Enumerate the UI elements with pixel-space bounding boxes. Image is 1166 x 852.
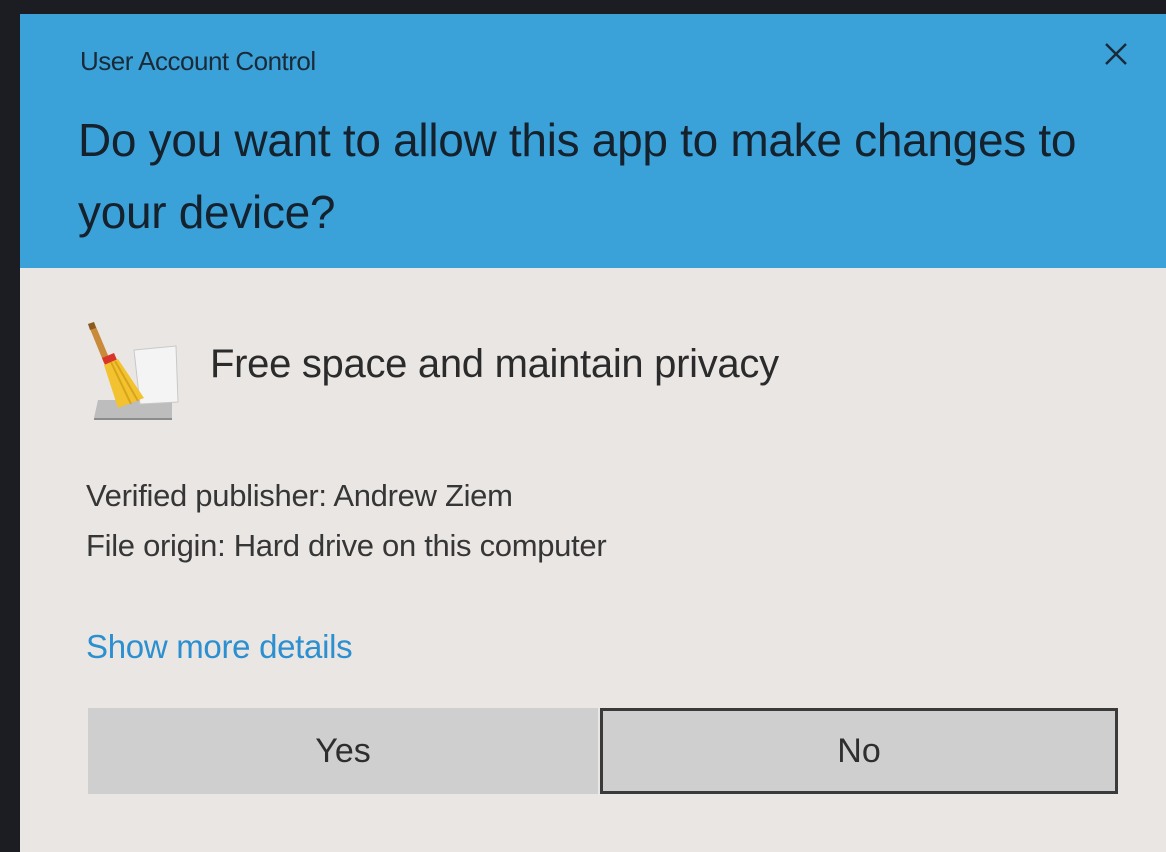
show-more-details-link[interactable]: Show more details <box>86 628 353 666</box>
window-title: User Account Control <box>80 46 316 76</box>
verified-publisher: Verified publisher: Andrew Ziem <box>86 478 513 513</box>
app-name: Free space and maintain privacy <box>210 342 779 386</box>
file-origin: File origin: Hard drive on this computer <box>86 528 607 563</box>
broom-icon <box>84 320 184 420</box>
yes-button[interactable]: Yes <box>88 708 598 794</box>
dialog-question: Do you want to allow this app to make ch… <box>78 114 1077 238</box>
uac-dialog: User Account Control Do you want to allo… <box>20 14 1166 852</box>
no-button[interactable]: No <box>600 708 1118 794</box>
dialog-header: User Account Control Do you want to allo… <box>20 14 1166 268</box>
close-button[interactable] <box>1096 34 1136 74</box>
close-icon <box>1105 43 1127 65</box>
